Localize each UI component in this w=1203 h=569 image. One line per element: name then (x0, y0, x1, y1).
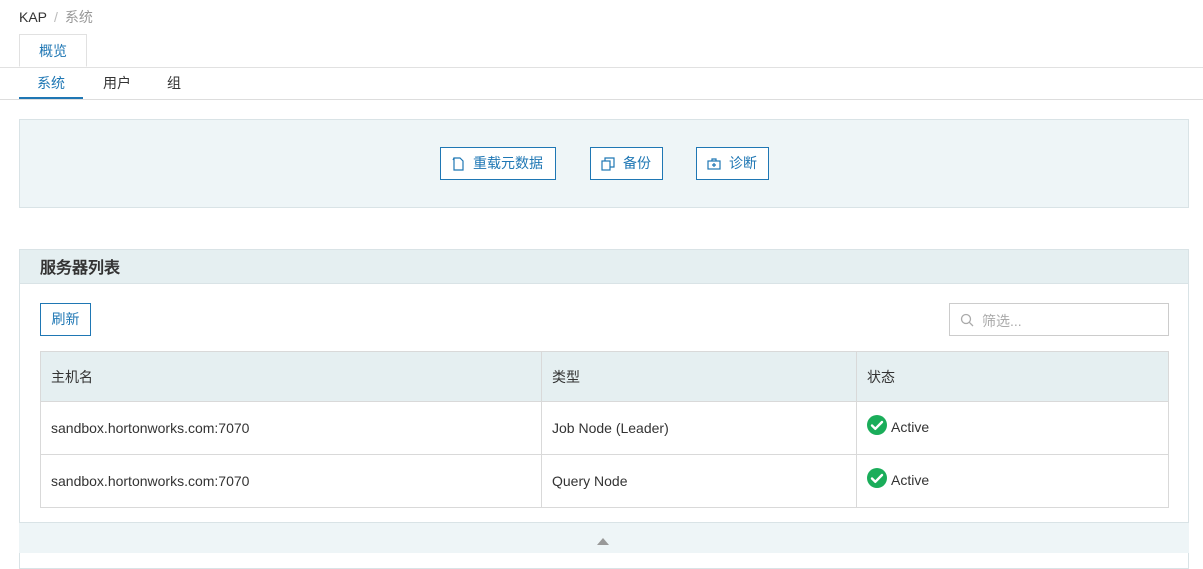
breadcrumb-current: 系统 (64, 9, 93, 25)
table-row: sandbox.hortonworks.com:7070 Job Node (L… (40, 401, 1169, 455)
status-badge: Active (867, 414, 930, 437)
server-list-title: 服务器列表 (20, 250, 1188, 284)
type-cell: Job Node (Leader) (541, 401, 857, 455)
backup-label: 备份 (623, 155, 651, 171)
diagnose-button[interactable]: 诊断 (696, 147, 769, 180)
column-header-status[interactable]: 状态 (856, 351, 1169, 402)
tab-overview[interactable]: 概览 (19, 34, 87, 67)
search-icon (960, 313, 974, 327)
host-cell: sandbox.hortonworks.com:7070 (40, 401, 542, 455)
breadcrumb-separator: / (54, 9, 58, 25)
server-list-panel: 服务器列表 刷新 主机名 类型 状态 sandbox.hortonworks.c… (19, 249, 1189, 569)
tab-groups[interactable]: 组 (160, 68, 188, 99)
host-cell: sandbox.hortonworks.com:7070 (40, 454, 542, 508)
table-header-row: 主机名 类型 状态 (40, 351, 1169, 402)
check-circle-icon (867, 414, 887, 435)
system-actions-panel: 重载元数据 备份 诊断 (19, 119, 1189, 208)
column-header-host[interactable]: 主机名 (40, 351, 542, 402)
status-cell: Active (856, 454, 1169, 508)
status-badge: Active (867, 467, 930, 490)
breadcrumb-root[interactable]: KAP (19, 9, 47, 25)
sub-tab-bar: 系统 用户 组 (0, 68, 1203, 100)
reload-metadata-button[interactable]: 重载元数据 (440, 147, 556, 180)
status-cell: Active (856, 401, 1169, 455)
refresh-button[interactable]: 刷新 (40, 303, 91, 336)
filter-box (949, 303, 1169, 337)
breadcrumb: KAP / 系统 (19, 7, 93, 27)
column-header-type[interactable]: 类型 (541, 351, 857, 402)
type-cell: Query Node (541, 454, 857, 508)
tab-users[interactable]: 用户 (97, 68, 137, 99)
reload-file-icon (452, 156, 464, 171)
status-label: Active (891, 418, 930, 435)
table-row: sandbox.hortonworks.com:7070 Query Node … (40, 454, 1169, 508)
server-table: 主机名 类型 状态 sandbox.hortonworks.com:7070 J… (40, 351, 1169, 508)
filter-input[interactable] (980, 304, 1164, 337)
status-label: Active (891, 471, 930, 488)
tab-system[interactable]: 系统 (19, 68, 83, 99)
collapse-bar[interactable] (19, 522, 1189, 553)
copy-icon (601, 156, 615, 171)
medkit-icon (707, 157, 721, 170)
top-tab-bar: 概览 (0, 34, 1203, 68)
diagnose-label: 诊断 (729, 155, 757, 171)
check-circle-icon (867, 467, 887, 488)
backup-button[interactable]: 备份 (590, 147, 663, 180)
reload-metadata-label: 重载元数据 (473, 155, 543, 171)
